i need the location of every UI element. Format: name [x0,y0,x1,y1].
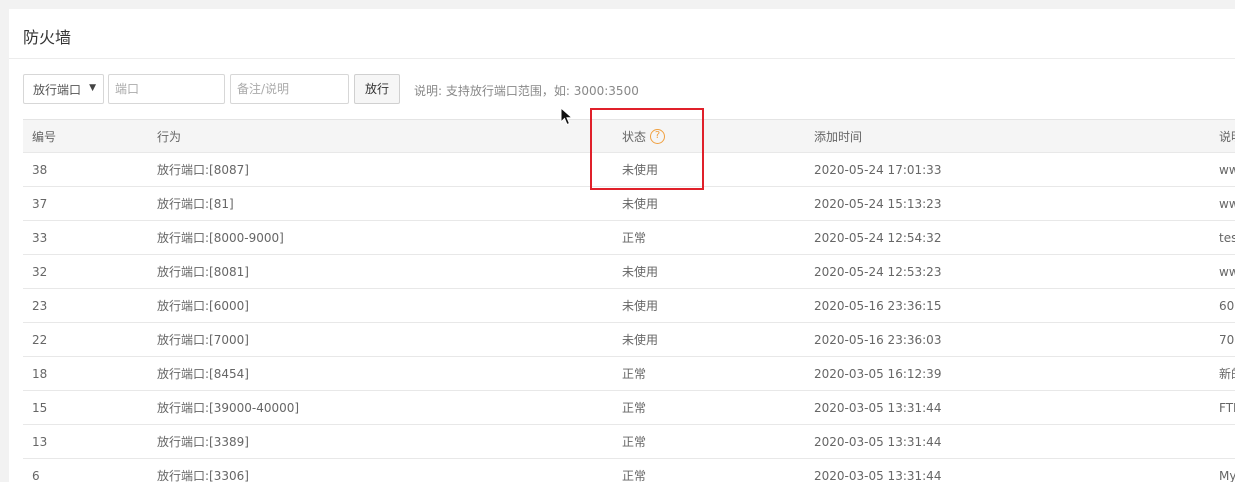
cell-status: 正常 [622,401,647,415]
cell-action: 放行端口:[6000] [157,299,249,313]
firewall-panel: 防火墙 放行端口 ▼ 放行 说明: 支持放行端口范围，如: 3000:3500 … [9,9,1235,482]
table-row: 37 放行端口:[81] 未使用 2020-05-24 15:13:23 ww [23,187,1235,221]
cell-status: 正常 [622,435,647,449]
port-range-hint: 说明: 支持放行端口范围，如: 3000:3500 [414,84,639,98]
cell-action: 放行端口:[39000-40000] [157,401,300,415]
cell-note: 600 [1219,299,1235,313]
cell-id: 38 [32,163,48,177]
header-note: 说明 [1219,130,1235,144]
cell-status: 未使用 [622,299,659,313]
cell-action: 放行端口:[8087] [157,163,249,177]
status-column-highlight [590,108,704,190]
cell-action: 放行端口:[3306] [157,469,249,482]
table-row: 13 放行端口:[3389] 正常 2020-03-05 13:31:44 [23,425,1235,459]
cell-time: 2020-05-24 15:13:23 [814,197,942,211]
header-id: 编号 [32,130,57,144]
cell-note: ww [1219,197,1235,211]
cell-status: 未使用 [622,197,659,211]
cell-note: ww [1219,163,1235,177]
table-row: 15 放行端口:[39000-40000] 正常 2020-03-05 13:3… [23,391,1235,425]
cell-time: 2020-05-24 12:54:32 [814,231,942,245]
rule-type-select[interactable]: 放行端口 ▼ [23,74,104,104]
cell-action: 放行端口:[81] [157,197,234,211]
cell-time: 2020-05-24 12:53:23 [814,265,942,279]
cell-time: 2020-03-05 13:31:44 [814,469,942,482]
table-row: 23 放行端口:[6000] 未使用 2020-05-16 23:36:15 6… [23,289,1235,323]
cell-id: 13 [32,435,48,449]
header-action: 行为 [157,130,182,144]
cell-status: 未使用 [622,265,659,279]
rule-type-select-value: 放行端口 [33,83,82,97]
cell-id: 32 [32,265,48,279]
cell-id: 22 [32,333,48,347]
table-row: 6 放行端口:[3306] 正常 2020-03-05 13:31:44 My [23,459,1235,482]
port-input[interactable] [108,74,225,104]
cell-time: 2020-03-05 16:12:39 [814,367,942,381]
table-row: 32 放行端口:[8081] 未使用 2020-05-24 12:53:23 w… [23,255,1235,289]
cell-id: 23 [32,299,48,313]
page-title: 防火墙 [23,28,72,47]
cell-action: 放行端口:[3389] [157,435,249,449]
cell-status: 未使用 [622,333,659,347]
cell-id: 37 [32,197,48,211]
table-row: 33 放行端口:[8000-9000] 正常 2020-05-24 12:54:… [23,221,1235,255]
cell-time: 2020-03-05 13:31:44 [814,435,942,449]
cell-id: 15 [32,401,48,415]
cell-action: 放行端口:[8000-9000] [157,231,284,245]
cell-id: 33 [32,231,48,245]
mouse-pointer-icon [560,107,574,126]
header-time: 添加时间 [814,130,863,144]
note-input[interactable] [230,74,349,104]
cell-time: 2020-05-16 23:36:03 [814,333,942,347]
cell-status: 正常 [622,231,647,245]
cell-note: My [1219,469,1235,482]
cell-status: 正常 [622,469,647,482]
table-row: 22 放行端口:[7000] 未使用 2020-05-16 23:36:03 7… [23,323,1235,357]
cell-action: 放行端口:[8454] [157,367,249,381]
cell-action: 放行端口:[7000] [157,333,249,347]
cell-time: 2020-03-05 13:31:44 [814,401,942,415]
cell-note: 700 [1219,333,1235,347]
cell-time: 2020-05-16 23:36:15 [814,299,942,313]
cell-action: 放行端口:[8081] [157,265,249,279]
cell-id: 6 [32,469,40,482]
cell-note: tes [1219,231,1235,245]
cell-status: 正常 [622,367,647,381]
cell-id: 18 [32,367,48,381]
table-row: 18 放行端口:[8454] 正常 2020-03-05 16:12:39 新的 [23,357,1235,391]
cell-note [1219,425,1235,459]
title-divider [9,58,1235,59]
cell-note: ww [1219,265,1235,279]
cell-time: 2020-05-24 17:01:33 [814,163,942,177]
allow-button[interactable]: 放行 [354,74,400,104]
cell-note: 新的 [1219,367,1235,381]
caret-down-icon: ▼ [89,83,96,93]
cell-note: FTP [1219,401,1235,415]
